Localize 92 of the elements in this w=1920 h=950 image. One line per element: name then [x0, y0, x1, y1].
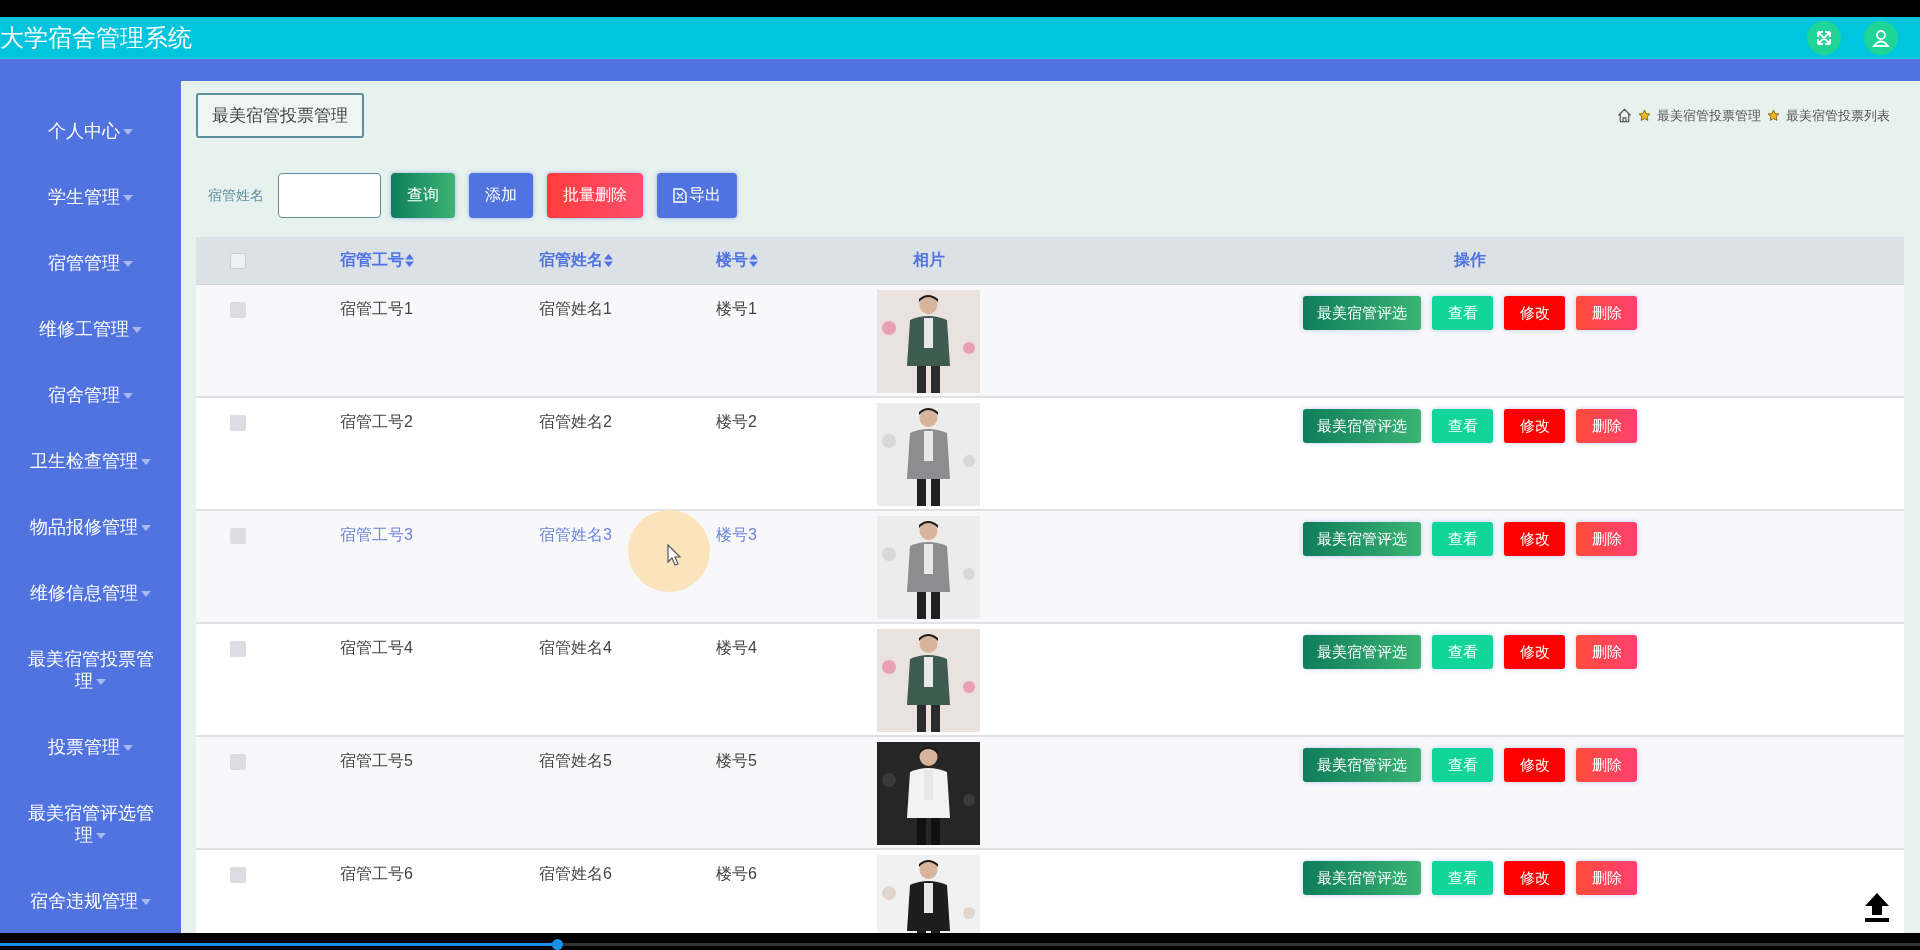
row-checkbox[interactable] — [230, 641, 246, 657]
caret-icon — [96, 833, 106, 840]
elect-button[interactable]: 最美宿管评选 — [1303, 861, 1421, 895]
page-title: 最美宿管投票管理 — [196, 93, 364, 138]
column-header[interactable]: 宿管姓名 — [539, 250, 603, 271]
edit-button[interactable]: 修改 — [1504, 522, 1565, 556]
table-cell-text: 宿管姓名1 — [539, 299, 612, 319]
caret-icon — [123, 129, 133, 136]
sort-icon[interactable] — [749, 254, 758, 267]
search-label: 宿管姓名 — [208, 186, 264, 205]
elect-button[interactable]: 最美宿管评选 — [1303, 522, 1421, 556]
row-checkbox[interactable] — [230, 415, 246, 431]
caret-icon — [141, 591, 151, 598]
edit-button[interactable]: 修改 — [1504, 748, 1565, 782]
caret-icon — [141, 525, 151, 532]
table-cell-text: 宿管工号2 — [340, 412, 413, 432]
star-icon — [1767, 109, 1780, 122]
breadcrumb-item[interactable]: 最美宿管投票列表 — [1786, 106, 1890, 125]
table-cell-text: 宿管工号4 — [340, 638, 413, 658]
sidebar-item[interactable]: 个人中心 — [0, 98, 181, 164]
sidebar-item[interactable]: 维修工管理 — [0, 296, 181, 362]
home-icon[interactable] — [1617, 108, 1632, 123]
table-cell-text: 宿管姓名3 — [539, 525, 612, 545]
sidebar-item[interactable]: 学生管理 — [0, 164, 181, 230]
delete-button[interactable]: 删除 — [1576, 635, 1637, 669]
elect-button[interactable]: 最美宿管评选 — [1303, 748, 1421, 782]
add-button[interactable]: 添加 — [469, 173, 533, 218]
sidebar-item[interactable]: 卫生检查管理 — [0, 428, 181, 494]
table-cell-text: 楼号2 — [716, 412, 757, 432]
column-header[interactable]: 宿管工号 — [340, 250, 404, 271]
sidebar-item[interactable]: 物品报修管理 — [0, 494, 181, 560]
table-cell-text: 楼号6 — [716, 864, 757, 884]
sort-icon[interactable] — [604, 254, 613, 267]
delete-button[interactable]: 删除 — [1576, 522, 1637, 556]
sidebar-item[interactable]: 最美宿管评选管理 — [0, 780, 181, 868]
table-cell-text: 宿管工号5 — [340, 751, 413, 771]
table-cell-text: 宿管姓名6 — [539, 864, 612, 884]
caret-icon — [141, 899, 151, 906]
caret-icon — [123, 745, 133, 752]
elect-button[interactable]: 最美宿管评选 — [1303, 296, 1421, 330]
search-field[interactable] — [278, 173, 381, 218]
app-title: 大学宿舍管理系统 — [0, 23, 192, 53]
table-cell-text: 宿管姓名5 — [539, 751, 612, 771]
edit-button[interactable]: 修改 — [1504, 296, 1565, 330]
caret-icon — [141, 459, 151, 466]
user-icon[interactable] — [1864, 21, 1898, 55]
table-cell-text: 楼号3 — [716, 525, 757, 545]
sidebar-item[interactable]: 维修信息管理 — [0, 560, 181, 626]
search-button[interactable]: 查询 — [391, 173, 455, 218]
sidebar-item[interactable]: 最美宿管投票管理 — [0, 626, 181, 714]
row-checkbox[interactable] — [230, 867, 246, 883]
edit-button[interactable]: 修改 — [1504, 861, 1565, 895]
delete-button[interactable]: 删除 — [1576, 409, 1637, 443]
column-header: 相片 — [912, 250, 945, 270]
table-cell-text: 宿管姓名4 — [539, 638, 612, 658]
table-cell-text: 宿管工号6 — [340, 864, 413, 884]
edit-button[interactable]: 修改 — [1504, 635, 1565, 669]
sort-icon[interactable] — [405, 254, 414, 267]
elect-button[interactable]: 最美宿管评选 — [1303, 409, 1421, 443]
row-checkbox[interactable] — [230, 302, 246, 318]
caret-icon — [123, 393, 133, 400]
file-icon — [673, 188, 687, 203]
delete-button[interactable]: 删除 — [1576, 748, 1637, 782]
delete-button[interactable]: 删除 — [1576, 861, 1637, 895]
breadcrumb-item[interactable]: 最美宿管投票管理 — [1657, 106, 1761, 125]
caret-icon — [123, 261, 133, 268]
progress-handle[interactable] — [551, 939, 563, 950]
table-cell-text: 宿管工号1 — [340, 299, 413, 319]
fullscreen-icon[interactable] — [1807, 21, 1841, 55]
row-checkbox[interactable] — [230, 528, 246, 544]
delete-button[interactable]: 删除 — [1576, 296, 1637, 330]
batch-delete-button[interactable]: 批量删除 — [547, 173, 643, 218]
table-cell-text: 宿管工号3 — [340, 525, 413, 545]
sidebar-item[interactable]: 投票管理 — [0, 714, 181, 780]
caret-icon — [96, 679, 106, 686]
table-cell-text: 楼号4 — [716, 638, 757, 658]
column-header: 操作 — [1454, 250, 1486, 270]
sidebar-item[interactable]: 宿舍管理 — [0, 362, 181, 428]
edit-button[interactable]: 修改 — [1504, 409, 1565, 443]
sidebar-item[interactable]: 宿舍违规管理 — [0, 868, 181, 933]
caret-icon — [123, 195, 133, 202]
select-all-checkbox[interactable] — [230, 252, 246, 269]
table-cell-text: 楼号1 — [716, 299, 757, 319]
table-cell-text: 宿管姓名2 — [539, 412, 612, 432]
sidebar-item[interactable]: 宿管管理 — [0, 230, 181, 296]
star-icon — [1638, 109, 1651, 122]
caret-icon — [132, 327, 142, 334]
export-button[interactable]: 导出 — [657, 173, 737, 218]
table-cell-text: 楼号5 — [716, 751, 757, 771]
column-header[interactable]: 楼号 — [716, 250, 748, 271]
row-checkbox[interactable] — [230, 754, 246, 770]
elect-button[interactable]: 最美宿管评选 — [1303, 635, 1421, 669]
